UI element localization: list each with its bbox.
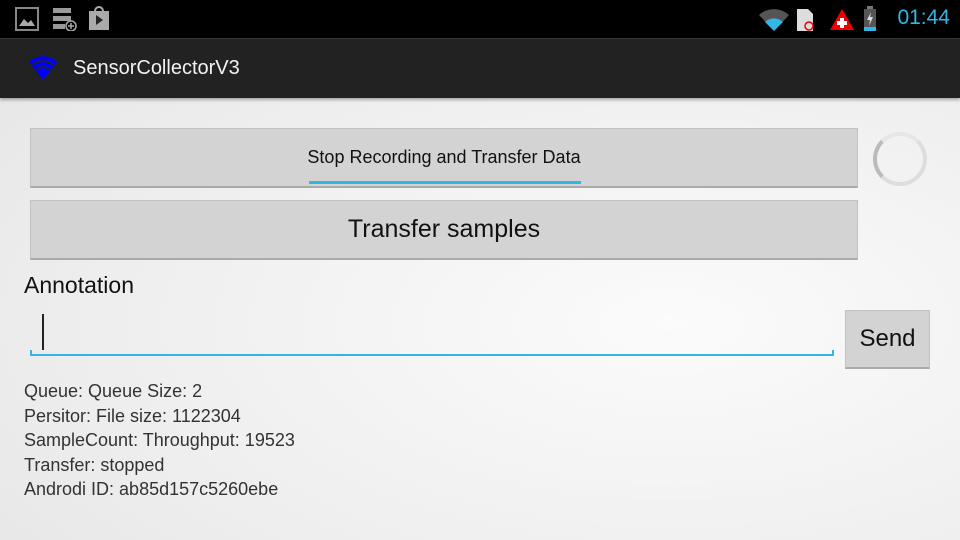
wifi-icon [759,9,789,31]
input-edge [832,350,834,356]
app-wifi-icon [29,56,57,80]
action-bar: SensorCollectorV3 [0,38,960,98]
input-edge [30,350,32,356]
battery-charging-icon [864,6,876,31]
persitor-status: Persitor: File size: 1122304 [24,405,241,426]
queue-status: Queue: Queue Size: 2 [24,381,203,401]
transfer-samples-label: Transfer samples [347,215,541,243]
sd-card-blocked-icon [797,9,814,31]
send-label: Send [859,325,916,352]
info-panel: Queue: Queue Size: 2 Persitor: File size… [24,379,295,502]
play-store-icon [89,6,109,30]
stop-recording-button[interactable]: Stop Recording and Transfer Data [30,128,858,188]
status-bar: 01:44 [0,0,960,38]
app-title: SensorCollectorV3 [73,57,240,79]
transfer-status: Transfer: stopped [24,454,165,475]
send-button[interactable]: Send [845,310,930,369]
android-id: Androdi ID: ab85d157c5260ebe [24,479,279,499]
gallery-icon [15,7,39,31]
storage-add-icon [53,8,77,31]
warning-cross-icon [830,9,854,30]
annotation-input[interactable] [30,310,834,356]
transfer-samples-button[interactable]: Transfer samples [30,200,858,260]
stop-recording-label: Stop Recording and Transfer Data [307,147,581,167]
samplecount-status: SampleCount: Throughput: 19523 [24,430,295,450]
progress-spinner [873,132,927,186]
clock: 01:44 [897,6,950,29]
text-caret [42,314,44,350]
focus-underline [309,181,581,184]
annotation-label: Annotation [24,272,134,298]
